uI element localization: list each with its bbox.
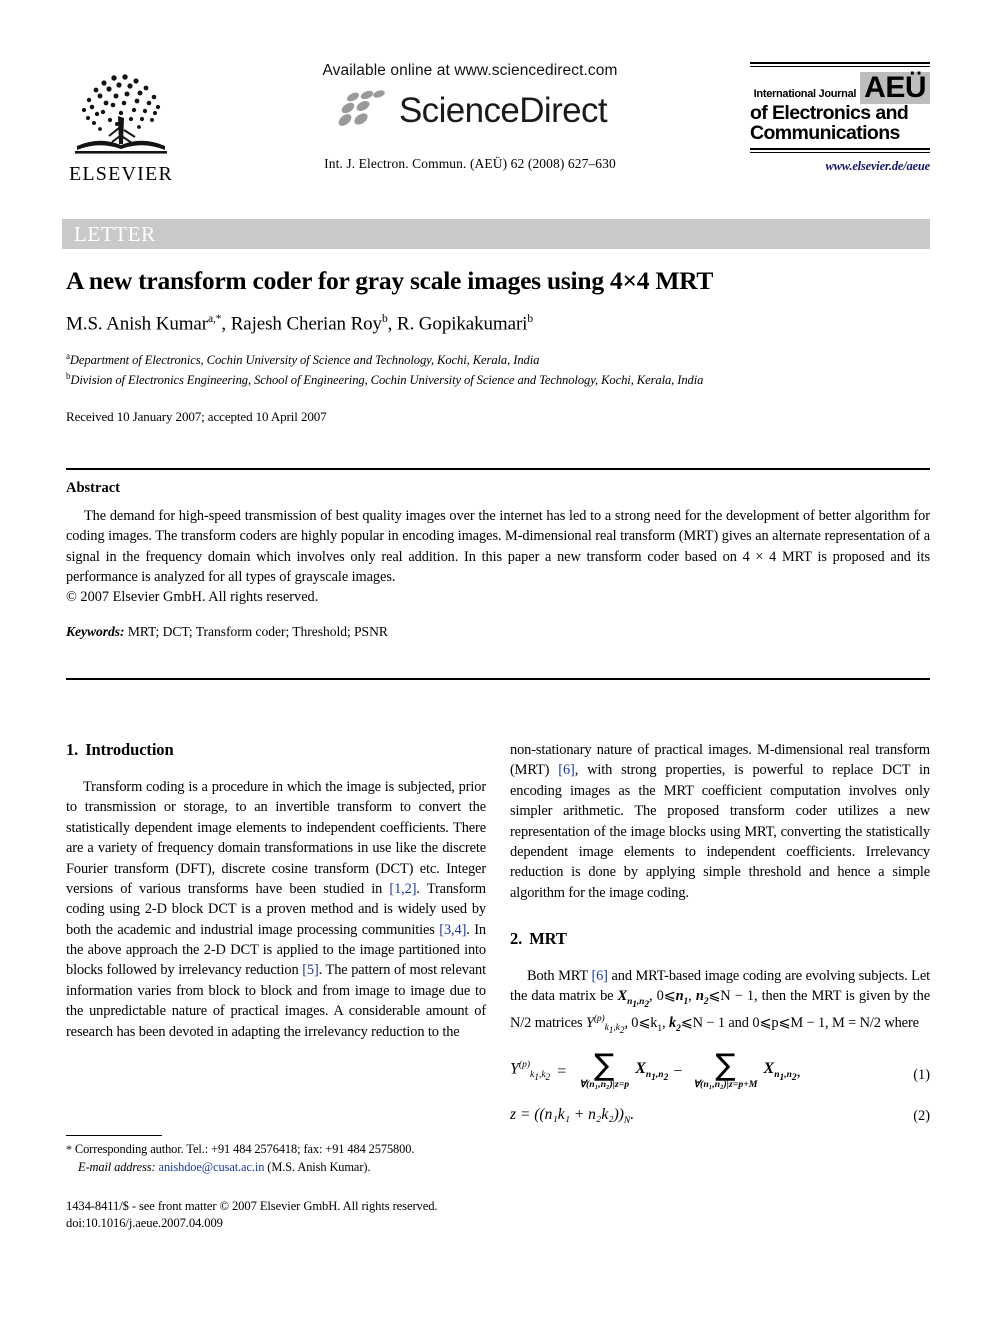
- footnote-star-marker: *: [66, 1142, 72, 1156]
- article-type-label: LETTER: [74, 222, 156, 246]
- journal-title-line-2: Communications: [750, 122, 900, 145]
- frontmatter-issn-line: 1434-8411/$ - see front matter © 2007 El…: [66, 1199, 438, 1213]
- introduction-paragraph: Transform coding is a procedure in which…: [66, 777, 486, 1042]
- equation-1-lhs: Y(p)k1,k2: [510, 1059, 551, 1084]
- frontmatter-doi-line[interactable]: doi:10.1016/j.aeue.2007.04.009: [66, 1215, 506, 1232]
- author-marks: a,*: [207, 313, 222, 326]
- citation-ref-1-2[interactable]: [1,2]: [389, 881, 416, 897]
- affiliation-text: Division of Electronics Engineering, Sch…: [70, 373, 704, 388]
- equation-1-sum-1: ∑ ∀(n₁,n₂)|z=p: [579, 1047, 630, 1091]
- abstract-block: Abstract The demand for high-speed trans…: [66, 480, 930, 640]
- equation-2: z = ((n₁k₁ + n₂k₂))N. (2): [510, 1106, 930, 1126]
- paper-page: ELSEVIER Available online at www.science…: [0, 0, 992, 1323]
- email-note: E-mail address: anishdoe@cusat.ac.in (M.…: [66, 1159, 496, 1177]
- citation-ref-5[interactable]: [5]: [302, 962, 319, 978]
- journal-logo: International Journal AEÜ of Electronics…: [750, 62, 930, 174]
- keywords-value: MRT; DCT; Transform coder; Threshold; PS…: [127, 624, 388, 640]
- equation-2-expression: z = ((n₁k₁ + n₂k₂))N.: [510, 1106, 635, 1127]
- elsevier-wordmark: ELSEVIER: [68, 163, 174, 185]
- math-X: X: [617, 988, 628, 1005]
- masthead: ELSEVIER Available online at www.science…: [62, 62, 930, 192]
- mrt-text-6: , 0⩽k: [624, 1014, 658, 1031]
- equation-1-sum-2-limit: ∀(n₁,n₂)|z=p+M: [693, 1079, 758, 1091]
- received-dates: Received 10 January 2007; accepted 10 Ap…: [66, 409, 327, 425]
- equation-1-minus: −: [673, 1062, 683, 1080]
- abstract-rule-bottom: [66, 678, 930, 680]
- body-column-left: 1. Introduction Transform coding is a pro…: [66, 740, 486, 1042]
- introduction-paragraph-continued: non-stationary nature of practical image…: [510, 740, 930, 903]
- equation-1-number: (1): [913, 1066, 930, 1083]
- citation-ref-6b[interactable]: [6]: [591, 968, 608, 984]
- affiliation-item: bDivision of Electronics Engineering, Sc…: [66, 370, 930, 389]
- equation-2-number: (2): [913, 1108, 930, 1125]
- abstract-copyright: © 2007 Elsevier GmbH. All rights reserve…: [66, 589, 319, 606]
- mrt-text-4: ,: [688, 988, 696, 1005]
- journal-logo-rule-top: [750, 62, 930, 67]
- author-marks: b: [527, 313, 534, 326]
- mrt-text-7: ⩽N − 1 and 0⩽p⩽M − 1, M = N/2 where: [680, 1014, 919, 1031]
- abstract-text: The demand for high-speed transmission o…: [66, 508, 930, 585]
- email-label: E-mail address:: [78, 1159, 156, 1174]
- elsevier-tree-icon: [75, 74, 167, 154]
- mrt-text-3: , 0⩽: [648, 988, 676, 1005]
- section-title: Introduction: [85, 740, 174, 759]
- body-column-right: non-stationary nature of practical image…: [510, 740, 930, 1126]
- equation-1: Y(p)k1,k2 = ∑ ∀(n₁,n₂)|z=p Xn1,n2 − ∑ ∀(…: [510, 1047, 930, 1091]
- footnote-block: * Corresponding author. Tel.: +91 484 25…: [66, 1141, 496, 1177]
- section-heading-mrt: 2. MRT: [510, 929, 930, 949]
- affiliation-item: aDepartment of Electronics, Cochin Unive…: [66, 350, 930, 369]
- affiliation-text: Department of Electronics, Cochin Univer…: [69, 353, 540, 368]
- abstract-heading: Abstract: [66, 480, 120, 496]
- frontmatter-block: 1434-8411/$ - see front matter © 2007 El…: [66, 1198, 506, 1233]
- math-Y-matrix: Y(p)k1,k2: [585, 1013, 625, 1037]
- email-link[interactable]: anishdoe@cusat.ac.in: [159, 1160, 265, 1174]
- author-separator-1: ,: [221, 313, 231, 335]
- citation-ref-6[interactable]: [6]: [558, 762, 575, 778]
- article-type-banner: LETTER: [62, 219, 930, 249]
- equation-1-sum-2: ∑ ∀(n₁,n₂)|z=p+M: [693, 1047, 758, 1091]
- math-X-subscript: n1,n2: [627, 997, 649, 1011]
- journal-aeu-badge: AEÜ: [860, 72, 930, 105]
- equation-1-term-1: Xn1,n2: [635, 1059, 669, 1084]
- sciencedirect-block: Available online at www.sciencedirect.co…: [270, 62, 670, 172]
- author-separator-2: ,: [387, 313, 397, 335]
- affiliation-list: aDepartment of Electronics, Cochin Unive…: [66, 350, 930, 389]
- equation-1-term-2: Xn1,n2: [763, 1059, 797, 1084]
- footnote-separator-rule: [66, 1135, 162, 1136]
- journal-logo-rule-bottom: [750, 148, 930, 154]
- author-name: M.S. Anish Kumar: [66, 313, 208, 335]
- section-title: MRT: [529, 929, 567, 948]
- citation-ref-3-4[interactable]: [3,4]: [439, 922, 466, 938]
- available-online-text: Available online at www.sciencedirect.co…: [322, 62, 618, 79]
- email-owner: (M.S. Anish Kumar).: [267, 1159, 371, 1174]
- sciencedirect-wordmark: ScienceDirect: [398, 90, 608, 130]
- corresponding-author-note: * Corresponding author. Tel.: +91 484 25…: [66, 1141, 496, 1159]
- author-name: Rajesh Cherian Roy: [230, 313, 382, 335]
- keywords-label: Keywords:: [66, 624, 125, 640]
- journal-citation: Int. J. Electron. Commun. (AEÜ) 62 (2008…: [324, 156, 616, 171]
- equation-1-equals: =: [557, 1062, 567, 1080]
- intro-text-6: , with strong properties, is powerful to…: [510, 762, 930, 901]
- section-number: 1.: [66, 740, 79, 759]
- section-heading-introduction: 1. Introduction: [66, 740, 486, 760]
- page-title: A new transform coder for gray scale ima…: [66, 266, 714, 295]
- sciencedirect-petals-icon: [338, 90, 385, 126]
- equation-1-comma: ,: [796, 1062, 801, 1080]
- author-name: R. Gopikakumari: [396, 313, 528, 335]
- journal-url-link[interactable]: www.elsevier.de/aeue: [750, 159, 930, 174]
- math-n2: n2: [695, 988, 709, 1008]
- section-number: 2.: [510, 929, 523, 948]
- keywords-line: Keywords: MRT; DCT; Transform coder; Thr…: [66, 624, 930, 640]
- mrt-text-1: Both MRT: [527, 968, 592, 984]
- elsevier-logo: ELSEVIER: [62, 66, 180, 184]
- corresponding-author-text: Corresponding author. Tel.: +91 484 2576…: [74, 1142, 415, 1156]
- intro-text-1: Transform coding is a procedure in which…: [66, 779, 486, 897]
- math-k2: k2: [668, 1014, 681, 1034]
- math-n1: n1: [675, 988, 689, 1008]
- author-list: M.S. Anish Kumara,*, Rajesh Cherian Roy b…: [66, 313, 930, 336]
- mrt-paragraph: Both MRT [6] and MRT-based image coding …: [510, 968, 930, 1037]
- title-block: A new transform coder for gray scale ima…: [66, 266, 930, 425]
- abstract-rule-top: [66, 468, 930, 470]
- equation-1-sum-1-limit: ∀(n₁,n₂)|z=p: [579, 1079, 630, 1091]
